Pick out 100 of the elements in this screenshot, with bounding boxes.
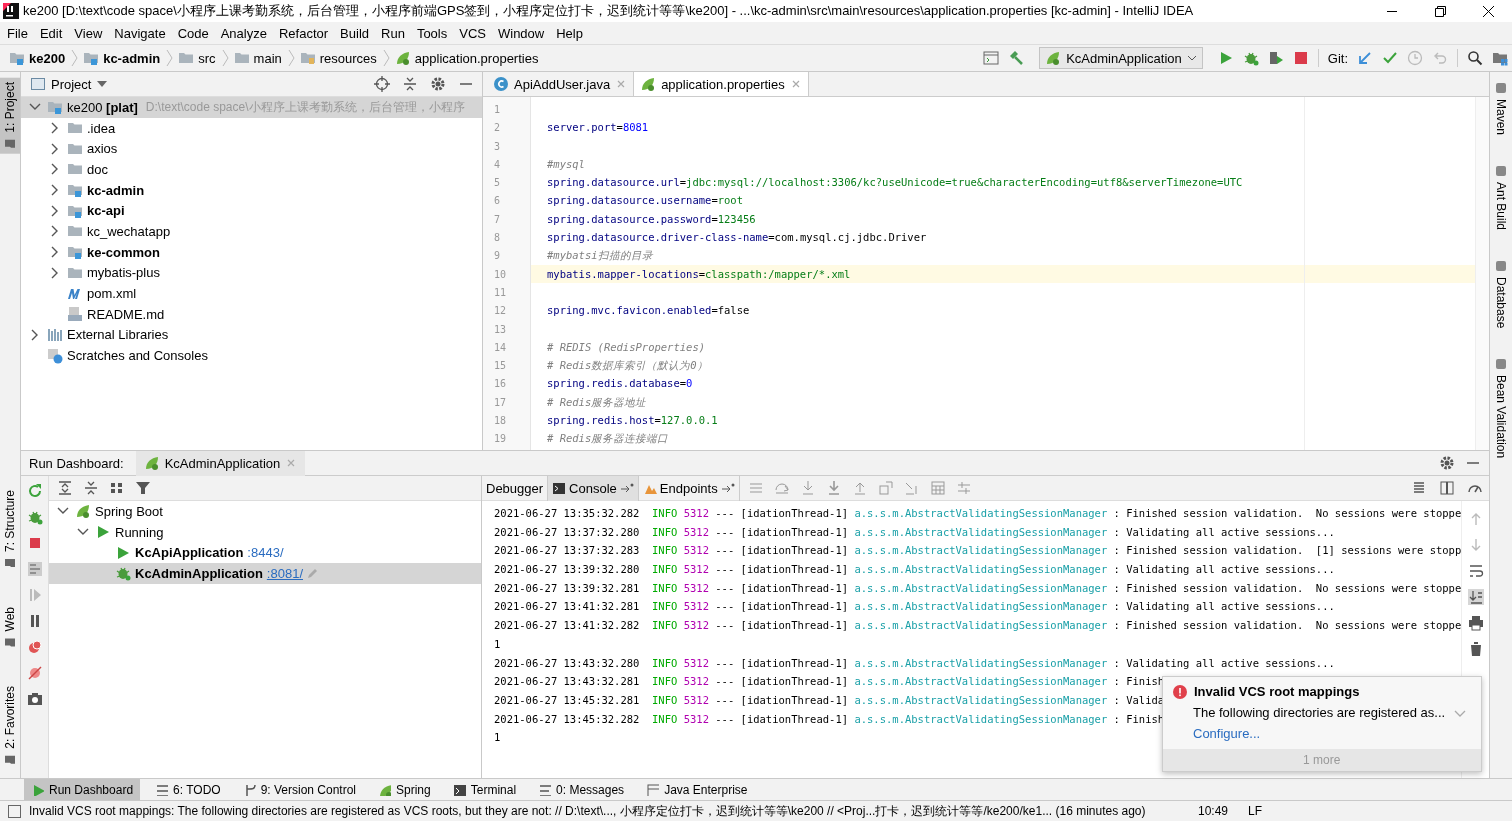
pin-icon[interactable]	[720, 482, 735, 494]
console-tab[interactable]: Endpoints	[638, 475, 740, 501]
menu-item[interactable]: Tools	[410, 23, 454, 43]
menu-item[interactable]: Navigate	[108, 23, 172, 43]
tool-window-tab[interactable]: Web	[0, 602, 20, 653]
print-icon[interactable]	[1467, 615, 1484, 631]
tree-row[interactable]: Spring Boot	[49, 501, 481, 522]
breadcrumb[interactable]: ke200	[8, 48, 67, 68]
menu-item[interactable]: Build	[334, 23, 375, 43]
tool-window-button[interactable]: Spring	[371, 779, 438, 800]
expand-all-icon[interactable]	[57, 480, 73, 496]
tree-item-label[interactable]: kc_wechatapp	[87, 223, 171, 239]
settings-icon[interactable]	[430, 76, 446, 92]
collapse-all-icon[interactable]	[83, 480, 99, 496]
editor-scrollbar[interactable]	[1475, 97, 1489, 450]
menu-item[interactable]: Help	[550, 23, 589, 43]
camera-icon[interactable]	[26, 691, 43, 707]
mute-breakpoints-icon[interactable]	[26, 665, 43, 681]
tree-item-label[interactable]: KcAdminApplication	[135, 565, 263, 581]
tree-row[interactable]: kc-admin	[21, 179, 482, 201]
tree-row[interactable]: Scratches and Consoles	[21, 345, 482, 366]
tool-window-button[interactable]: Terminal	[445, 779, 524, 800]
menu-item[interactable]: Refactor	[272, 23, 335, 43]
tree-item-label[interactable]: KcApiApplication	[135, 545, 244, 561]
tree-row[interactable]: doc	[21, 159, 482, 180]
tool-window-tab[interactable]: Bean Validation	[1490, 354, 1512, 463]
tool-window-tab[interactable]: 2: Favorites	[0, 682, 20, 770]
project-structure-icon[interactable]	[1492, 50, 1508, 66]
breadcrumb[interactable]: kc-admin	[82, 48, 162, 68]
tool-window-tab[interactable]: Ant Build	[1490, 161, 1512, 235]
menu-item[interactable]: Edit	[33, 23, 69, 43]
tree-row[interactable]: .idea	[21, 117, 482, 139]
line-separator[interactable]: LF	[1248, 804, 1262, 818]
tree-item-label[interactable]: README.md	[87, 306, 165, 322]
tree-item-label[interactable]: mybatis-plus	[87, 265, 160, 281]
tool-window-button[interactable]: Java Enterprise	[639, 779, 755, 800]
build-hammer-icon[interactable]	[1008, 50, 1025, 66]
tree-row[interactable]: External Libraries	[21, 324, 482, 346]
tree-row[interactable]: mybatis-plus	[21, 262, 482, 284]
coverage-icon[interactable]	[1267, 50, 1284, 66]
tree-row[interactable]: KcApiApplication :8443/	[49, 542, 481, 564]
commit-check-icon[interactable]	[1382, 50, 1398, 66]
columns-icon[interactable]	[1439, 480, 1455, 496]
message-toggle-icon[interactable]	[8, 804, 21, 818]
tree-row[interactable]: README.md	[21, 303, 482, 325]
tree-row[interactable]: ke-common	[21, 241, 482, 263]
console-tab[interactable]: Console	[548, 475, 639, 501]
tree-row[interactable]: kc-api	[21, 200, 482, 222]
stop-icon[interactable]	[1292, 50, 1309, 66]
configure-link[interactable]: Configure...	[1193, 726, 1261, 741]
breakpoints-icon[interactable]	[26, 639, 43, 655]
menu-item[interactable]: Code	[171, 23, 215, 43]
scroll-to-end-icon[interactable]	[1467, 589, 1484, 605]
tree-item-label[interactable]: ke200 [plat]	[67, 99, 138, 115]
tool-window-tab[interactable]: 7: Structure	[0, 485, 20, 573]
tree-item-label[interactable]: kc-admin	[87, 182, 145, 198]
tool-window-button[interactable]: 0: Messages	[531, 779, 632, 800]
menu-item[interactable]: File	[1, 23, 34, 43]
run-configuration-dropdown[interactable]: KcAdminApplication	[1039, 47, 1203, 69]
filter-icon[interactable]	[135, 480, 151, 496]
tree-item-label[interactable]: kc-api	[87, 203, 125, 219]
debug-icon[interactable]	[1242, 50, 1259, 66]
tree-item-label[interactable]: Spring Boot	[95, 503, 163, 519]
settings-icon[interactable]	[1439, 455, 1455, 471]
step-over-icon[interactable]	[773, 480, 790, 496]
menu-item[interactable]: Run	[375, 23, 411, 43]
tree-row[interactable]: kc_wechatapp	[21, 221, 482, 242]
panel-title-dropdown[interactable]: Project	[31, 76, 108, 92]
tree-row[interactable]: KcAdminApplication :8081/	[49, 563, 481, 584]
menu-item[interactable]: VCS	[453, 23, 492, 43]
tree-row[interactable]: pom.xml	[21, 283, 482, 304]
tree-row[interactable]: axios	[21, 138, 482, 160]
port-link[interactable]: :8443/	[247, 545, 284, 561]
pin-icon[interactable]	[619, 482, 634, 494]
update-project-icon[interactable]	[1357, 50, 1373, 66]
menu-item[interactable]: View	[68, 23, 109, 43]
locate-icon[interactable]	[374, 76, 390, 92]
tree-row[interactable]: Running	[49, 521, 481, 543]
tree-item-label[interactable]: pom.xml	[87, 286, 137, 302]
tree-item-label[interactable]: doc	[87, 161, 108, 177]
menu-item[interactable]: Window	[491, 23, 551, 43]
collapse-all-icon[interactable]	[402, 76, 418, 92]
breadcrumb[interactable]: application.properties	[393, 48, 540, 68]
tool-window-tab[interactable]: Database	[1490, 256, 1512, 333]
tree-item-label[interactable]: External Libraries	[67, 327, 169, 343]
debug-icon[interactable]	[26, 509, 43, 525]
lines-icon[interactable]	[1411, 480, 1427, 496]
tool-window-tab[interactable]: Maven	[1490, 78, 1512, 140]
tool-window-button[interactable]: 6: TODO	[148, 779, 228, 800]
tree-item-label[interactable]: Scratches and Consoles	[67, 348, 208, 364]
breadcrumb[interactable]: src	[177, 48, 217, 68]
run-dashboard-tab[interactable]: KcAdminApplication	[135, 450, 306, 476]
tree-item-label[interactable]: ke-common	[87, 244, 160, 260]
tree-item-label[interactable]: Running	[115, 524, 164, 540]
soft-wrap-icon[interactable]	[1467, 563, 1484, 579]
search-icon[interactable]	[1467, 50, 1483, 66]
editor-tab[interactable]: application.properties	[634, 72, 809, 96]
window-icon[interactable]	[983, 50, 1000, 66]
menu-item[interactable]: Analyze	[214, 23, 273, 43]
tree-item-label[interactable]: axios	[87, 141, 118, 157]
